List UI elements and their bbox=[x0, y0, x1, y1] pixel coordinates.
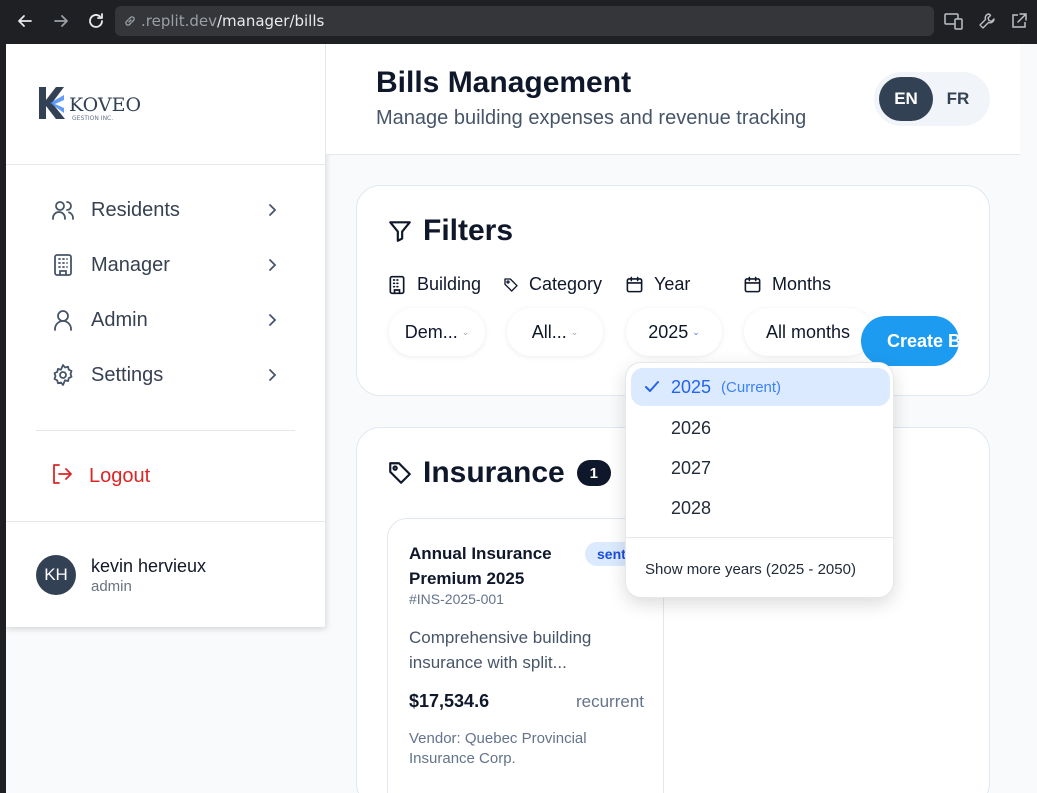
reload-icon[interactable] bbox=[83, 8, 109, 34]
forward-icon[interactable] bbox=[48, 8, 74, 34]
user-profile: KH kevin hervieux admin bbox=[6, 521, 326, 627]
count-badge: 1 bbox=[576, 460, 611, 486]
calendar-icon bbox=[744, 276, 761, 293]
year-option-2027[interactable]: 2027 bbox=[631, 449, 890, 487]
gear-icon bbox=[50, 362, 76, 388]
category-select[interactable]: All... ⌄ bbox=[507, 308, 603, 356]
year-option-2026[interactable]: 2026 bbox=[631, 409, 890, 447]
sidebar-item-residents[interactable]: Residents bbox=[50, 190, 280, 230]
user-name: kevin hervieux bbox=[91, 556, 207, 576]
avatar[interactable]: KH bbox=[36, 555, 76, 595]
url-host: .replit.dev bbox=[141, 12, 217, 30]
chevron-right-icon bbox=[266, 365, 280, 390]
sidebar-item-label: Manager bbox=[91, 253, 170, 276]
building-select[interactable]: Dem... ⌄ bbox=[389, 308, 485, 356]
users-icon bbox=[50, 197, 76, 223]
sidebar-divider bbox=[36, 430, 295, 431]
year-select[interactable]: 2025 ⌄ bbox=[626, 308, 722, 356]
back-icon[interactable] bbox=[12, 8, 38, 34]
year-dropdown: 2025 (Current) 2026 2027 2028 Show more … bbox=[625, 362, 894, 598]
wrench-icon[interactable] bbox=[975, 9, 999, 33]
chevron-down-icon: ⌄ bbox=[570, 326, 579, 337]
url-path: /manager/bills bbox=[216, 12, 325, 30]
chevron-right-icon bbox=[266, 255, 280, 280]
chevron-down-icon: ⌄ bbox=[461, 326, 470, 337]
months-filter-label: Months bbox=[743, 274, 831, 295]
logout-button[interactable]: Logout bbox=[50, 456, 150, 496]
sidebar-item-label: Settings bbox=[91, 363, 164, 386]
sidebar-item-manager[interactable]: Manager bbox=[50, 245, 280, 285]
sidebar-item-label: Residents bbox=[91, 198, 180, 221]
insurance-title: Insurance bbox=[423, 456, 565, 489]
show-more-years-button[interactable]: Show more years (2025 - 2050) bbox=[645, 561, 856, 578]
bill-amount: $17,534.6 bbox=[409, 691, 490, 711]
logo-text: KOVEO bbox=[69, 94, 141, 116]
bill-description: Comprehensive building insurance with sp… bbox=[409, 628, 592, 672]
page-header: Bills Management Manage building expense… bbox=[326, 44, 1020, 155]
link-icon bbox=[125, 16, 135, 26]
building-filter-label: Building bbox=[387, 274, 481, 295]
building-icon bbox=[389, 275, 405, 294]
lang-fr-button[interactable]: FR bbox=[931, 77, 985, 121]
bill-vendor: Vendor: Quebec Provincial Insurance Corp… bbox=[409, 730, 587, 767]
building-icon bbox=[50, 252, 76, 278]
filters-title: Filters bbox=[423, 214, 514, 247]
language-switch: EN FR bbox=[874, 72, 990, 126]
filters-heading: Filters bbox=[387, 214, 513, 248]
address-bar[interactable]: .replit.dev/manager/bills bbox=[115, 6, 934, 36]
sidebar: KOVEO GESTION INC. Residents Manager Adm… bbox=[6, 44, 326, 627]
logout-icon bbox=[50, 462, 74, 491]
logo-area: KOVEO GESTION INC. bbox=[6, 44, 326, 165]
current-tag: (Current) bbox=[721, 378, 782, 396]
page-subtitle: Manage building expenses and revenue tra… bbox=[376, 107, 807, 129]
devices-icon[interactable] bbox=[942, 9, 966, 33]
chevron-right-icon bbox=[266, 200, 280, 225]
logo-subtext: GESTION INC. bbox=[72, 115, 113, 122]
months-select[interactable]: All months bbox=[744, 308, 872, 356]
calendar-icon bbox=[626, 276, 643, 293]
lang-en-button[interactable]: EN bbox=[879, 77, 933, 121]
browser-toolbar: .replit.dev/manager/bills bbox=[0, 0, 1037, 44]
year-filter-label: Year bbox=[625, 274, 690, 295]
sidebar-item-admin[interactable]: Admin bbox=[50, 300, 280, 340]
bill-title: Annual Insurance Premium 2025 bbox=[409, 544, 552, 588]
bill-id: #INS-2025-001 bbox=[409, 591, 504, 607]
tag-icon bbox=[504, 277, 518, 292]
year-option-2028[interactable]: 2028 bbox=[631, 489, 890, 527]
year-option-2025[interactable]: 2025 (Current) bbox=[631, 368, 890, 406]
sidebar-item-settings[interactable]: Settings bbox=[50, 355, 280, 395]
bill-type: recurrent bbox=[575, 692, 644, 711]
dropdown-divider bbox=[626, 537, 893, 538]
category-filter-label: Category bbox=[503, 274, 602, 295]
insurance-heading: Insurance 1 bbox=[387, 456, 611, 490]
koveo-logo[interactable]: KOVEO GESTION INC. bbox=[36, 84, 146, 124]
bill-card[interactable]: Annual Insurance Premium 2025 sent #INS-… bbox=[387, 518, 664, 793]
logout-label: Logout bbox=[89, 464, 151, 487]
check-icon bbox=[643, 378, 661, 401]
create-bill-button[interactable]: Create Bill bbox=[861, 316, 959, 366]
user-icon bbox=[50, 307, 76, 333]
page-title: Bills Management bbox=[376, 66, 632, 99]
chevron-right-icon bbox=[266, 310, 280, 335]
filter-icon bbox=[389, 221, 411, 242]
tag-icon bbox=[389, 462, 411, 484]
user-role: admin bbox=[91, 578, 132, 595]
chevron-down-icon: ⌄ bbox=[692, 326, 700, 337]
sidebar-item-label: Admin bbox=[91, 308, 148, 331]
open-external-icon[interactable] bbox=[1007, 9, 1031, 33]
